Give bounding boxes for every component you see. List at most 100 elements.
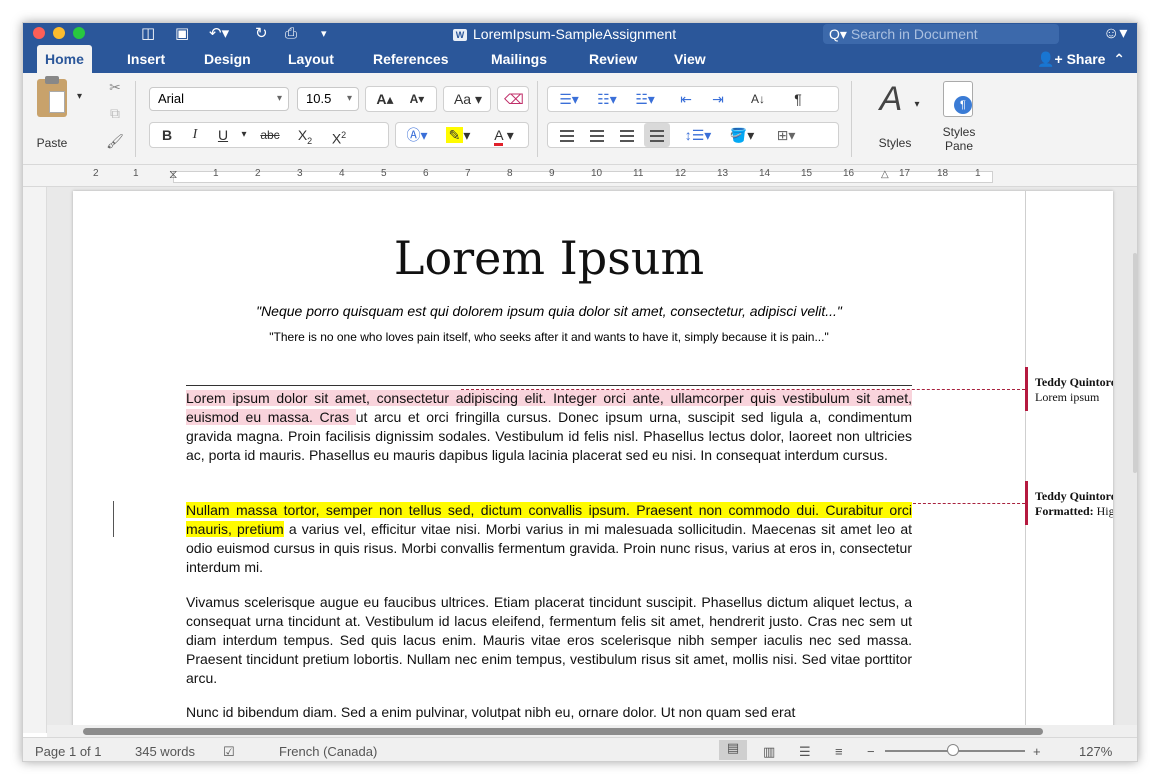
comment-marker[interactable] <box>1025 367 1028 411</box>
add-person-icon: 👤+ <box>1037 51 1063 67</box>
tab-view[interactable]: View <box>674 45 706 73</box>
zoom-in-icon[interactable]: + <box>1033 744 1041 759</box>
styles-gallery-icon[interactable]: A <box>869 79 913 119</box>
tab-review[interactable]: Review <box>589 45 637 73</box>
borders-icon[interactable]: ⊞▾ <box>766 123 806 147</box>
multilevel-list-icon[interactable]: ☳▾ <box>628 87 662 111</box>
clear-formatting-button[interactable]: ⌫ <box>497 86 529 112</box>
align-center-icon[interactable] <box>584 123 610 147</box>
clipboard-icon[interactable] <box>37 76 67 117</box>
paragraph-3[interactable]: Vivamus scelerisque augue eu faucibus ul… <box>186 593 912 688</box>
bullets-icon[interactable]: ☰▾ <box>552 87 586 111</box>
sidebar-toggle-icon[interactable]: ◫ <box>141 23 155 45</box>
formatting-balloon[interactable]: Teddy Quintoro Formatted: Higl <box>1035 489 1113 519</box>
subscript-button[interactable]: X2 <box>290 123 320 147</box>
zoom-out-icon[interactable]: − <box>867 744 875 759</box>
tab-insert[interactable]: Insert <box>127 45 165 73</box>
font-color-icon[interactable]: A ▾ <box>484 123 524 147</box>
underline-button[interactable]: U <box>212 123 234 147</box>
tab-layout[interactable]: Layout <box>288 45 334 73</box>
font-name-select[interactable]: Arial ▾ <box>149 87 289 111</box>
highlight-color-icon[interactable]: ✎ ▾ <box>438 123 478 147</box>
vertical-ruler[interactable] <box>23 187 47 733</box>
comment-marker[interactable] <box>1025 481 1028 525</box>
feedback-smiley-icon[interactable]: ☺▾ <box>1103 23 1127 45</box>
paragraph-2[interactable]: Nullam massa tortor, semper non tellus s… <box>186 501 912 577</box>
grow-font-icon[interactable]: A▴ <box>370 87 400 111</box>
ruler-number: 1 <box>213 168 219 179</box>
underline-options-chevron-icon[interactable]: ▾ <box>238 123 250 147</box>
font-size-select[interactable]: 10.5 ▾ <box>297 87 359 111</box>
share-button[interactable]: 👤+ Share ⌃ <box>1037 45 1125 73</box>
comment-balloon[interactable]: Teddy Quintoro Lorem ipsum <box>1035 375 1113 405</box>
draft-view-icon[interactable]: ≡ <box>835 744 843 759</box>
numbering-icon[interactable]: ☷▾ <box>590 87 624 111</box>
text-effects-icon[interactable]: Ⓐ▾ <box>400 123 434 147</box>
superscript-button[interactable]: X2 <box>324 123 354 147</box>
ruler-number: 3 <box>297 168 303 179</box>
zoom-slider-thumb[interactable] <box>947 744 959 756</box>
print-icon[interactable]: ⎙ <box>285 23 297 45</box>
cut-icon[interactable]: ✂ <box>105 75 125 99</box>
horizontal-scrollbar[interactable] <box>47 725 1137 737</box>
quote-plain[interactable]: "There is no one who loves pain itself, … <box>73 330 1025 344</box>
horizontal-ruler[interactable]: 2 1 ⧖ 1 2 3 4 5 6 7 8 9 10 11 12 13 14 1… <box>23 165 1137 187</box>
shading-icon[interactable]: 🪣▾ <box>722 123 762 147</box>
italic-button[interactable]: I <box>184 123 206 147</box>
search-in-document[interactable]: Q▾ Search in Document <box>823 24 1059 44</box>
customize-toolbar-icon[interactable]: ▾ <box>321 23 327 45</box>
styles-pane-button[interactable]: Styles Pane <box>929 125 989 157</box>
paragraph-1[interactable]: Lorem ipsum dolor sit amet, consectetur … <box>186 389 912 465</box>
tab-design[interactable]: Design <box>204 45 251 73</box>
align-right-icon[interactable] <box>614 123 640 147</box>
outline-view-icon[interactable]: ☰ <box>799 744 811 760</box>
copy-icon[interactable]: ⧉ <box>105 101 125 125</box>
styles-button[interactable]: Styles <box>869 131 921 155</box>
shrink-font-icon[interactable]: A▾ <box>402 87 432 111</box>
chevron-down-icon: ▾ <box>276 93 282 104</box>
show-formatting-marks-icon[interactable]: ¶ <box>784 87 812 111</box>
language[interactable]: French (Canada) <box>279 744 377 759</box>
sort-icon[interactable]: A↓ <box>744 87 772 111</box>
close-window-button[interactable] <box>33 27 45 39</box>
document-heading[interactable]: Lorem Ipsum <box>73 231 1025 285</box>
quote-italic[interactable]: "Neque porro quisquam est qui dolorem ip… <box>73 303 1025 319</box>
zoom-level[interactable]: 127% <box>1079 744 1112 759</box>
paste-button[interactable]: Paste <box>29 131 75 155</box>
document-page[interactable]: Lorem Ipsum "Neque porro quisquam est qu… <box>73 191 1113 751</box>
bold-button[interactable]: B <box>156 123 178 147</box>
paste-options-chevron-icon[interactable]: ▾ <box>77 85 82 109</box>
horizontal-scroll-thumb[interactable] <box>83 728 1043 735</box>
page-count[interactable]: Page 1 of 1 <box>35 744 102 759</box>
tab-home[interactable]: Home <box>37 45 92 73</box>
change-case-button[interactable]: Aa ▾ <box>443 86 491 112</box>
proofing-icon[interactable]: ☑ <box>223 744 235 760</box>
web-layout-view-icon[interactable]: ▥ <box>763 744 775 760</box>
tab-references[interactable]: References <box>373 45 449 73</box>
styles-chevron-icon[interactable]: ▾ <box>911 93 923 117</box>
minimize-window-button[interactable] <box>53 27 65 39</box>
undo-icon[interactable]: ↶▾ <box>209 23 229 45</box>
save-icon[interactable]: ▣ <box>175 23 189 45</box>
styles-pane-icon[interactable]: ¶ <box>943 81 973 117</box>
search-icon: Q▾ <box>829 26 851 42</box>
align-left-icon[interactable] <box>554 123 580 147</box>
font-size-adjust-group: A▴ A▾ <box>365 86 437 112</box>
zoom-window-button[interactable] <box>73 27 85 39</box>
right-indent-marker-icon[interactable]: △ <box>881 169 889 180</box>
indent-marker-icon[interactable]: ⧖ <box>169 167 177 182</box>
word-count[interactable]: 345 words <box>135 744 195 759</box>
document-canvas: Lorem Ipsum "Neque porro quisquam est qu… <box>47 187 1137 751</box>
increase-indent-icon[interactable]: ⇥ <box>704 87 732 111</box>
strikethrough-button[interactable]: abc <box>254 123 286 147</box>
vertical-scrollbar[interactable] <box>1133 253 1137 473</box>
decrease-indent-icon[interactable]: ⇤ <box>672 87 700 111</box>
line-spacing-icon[interactable]: ↕☰▾ <box>678 123 718 147</box>
redo-icon[interactable]: ↻ <box>255 23 268 45</box>
tab-mailings[interactable]: Mailings <box>491 45 547 73</box>
paragraph-4[interactable]: Nunc id bibendum diam. Sed a enim pulvin… <box>186 703 912 722</box>
format-painter-icon[interactable]: 🖌 <box>105 129 125 153</box>
zoom-slider[interactable] <box>885 744 1025 756</box>
justify-icon[interactable] <box>644 123 670 147</box>
print-layout-view-icon[interactable]: ▤ <box>719 740 747 760</box>
